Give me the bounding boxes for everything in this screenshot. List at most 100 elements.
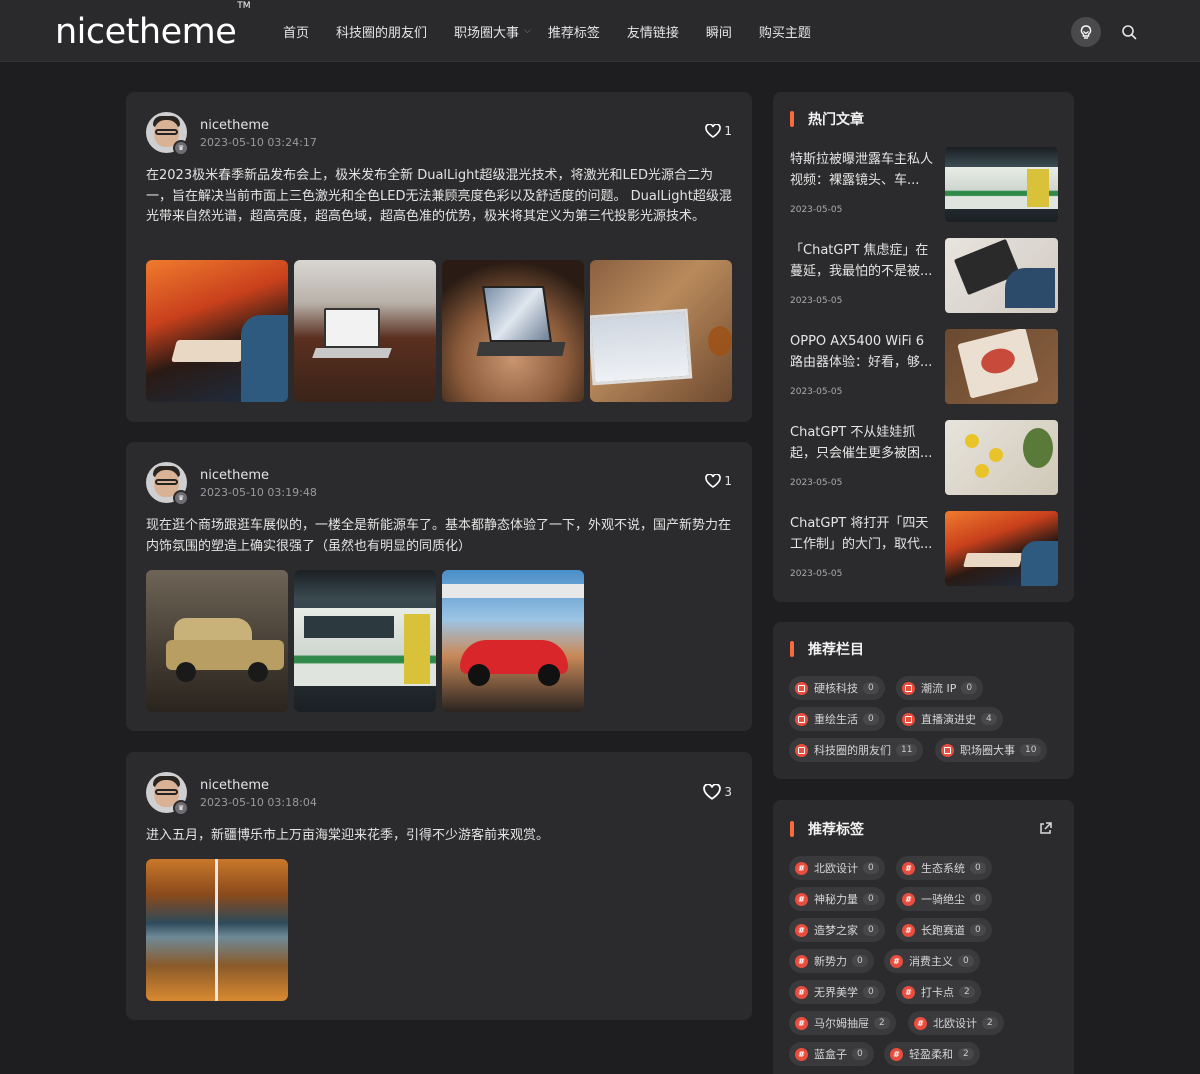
hot-article-item[interactable]: 特斯拉被曝泄露车主私人视频：裸露镜头、车... 2023-05-05 bbox=[790, 147, 1058, 222]
tablet-wood-photo[interactable] bbox=[590, 260, 732, 402]
like-button[interactable]: 3 bbox=[703, 784, 732, 800]
post-card: ♛ nicetheme 2023-05-10 03:18:04 3 进入五月，新… bbox=[126, 752, 752, 1020]
hot-article-item[interactable]: ChatGPT 不从娃娃抓起，只会催生更多被困... 2023-05-05 bbox=[790, 420, 1058, 495]
hot-article-date: 2023-05-05 bbox=[790, 387, 843, 397]
author-name[interactable]: nicetheme bbox=[200, 118, 269, 133]
tag-chip[interactable]: # 生态系统 0 bbox=[896, 856, 992, 880]
post-text: 现在逛个商场跟逛车展似的，一楼全是新能源车了。基本都静态体验了一下，外观不说，国… bbox=[146, 518, 732, 554]
tag-chip[interactable]: # 北欧设计 2 bbox=[908, 1011, 1004, 1035]
tag-chip[interactable]: # 蓝盒子 0 bbox=[789, 1042, 874, 1066]
post-header: ♛ nicetheme 2023-05-10 03:18:04 3 bbox=[146, 772, 732, 816]
post-images bbox=[146, 570, 590, 712]
nav-item-tech-friends[interactable]: 科技圈的朋友们 bbox=[336, 22, 427, 41]
folder-icon bbox=[795, 743, 808, 757]
hot-article-title[interactable]: ChatGPT 将打开「四天工作制」的大门，取代... bbox=[790, 514, 938, 555]
autumn-lake-photo[interactable] bbox=[146, 859, 288, 1001]
tag-chip[interactable]: # 消费主义 0 bbox=[884, 949, 980, 973]
laptop-cafe-photo[interactable] bbox=[294, 260, 436, 402]
post-header: ♛ nicetheme 2023-05-10 03:24:17 1 bbox=[146, 112, 732, 156]
column-chip[interactable]: 科技圈的朋友们 11 bbox=[789, 738, 924, 762]
vintage-car-photo[interactable] bbox=[146, 570, 288, 712]
post-images bbox=[146, 859, 294, 1001]
laptop-table-photo[interactable] bbox=[442, 260, 584, 402]
hot-article-date: 2023-05-05 bbox=[790, 205, 843, 215]
tag-chip[interactable]: # 马尔姆抽屉 2 bbox=[789, 1011, 896, 1035]
nav-item-tags[interactable]: 推荐标签 bbox=[548, 22, 600, 41]
red-sportscar-photo[interactable] bbox=[442, 570, 584, 712]
column-chip[interactable]: 重绘生活 0 bbox=[789, 707, 885, 731]
hot-article-item[interactable]: 「ChatGPT 焦虑症」在蔓延，我最怕的不是被... 2023-05-05 bbox=[790, 238, 1058, 313]
nav-item-buy-theme[interactable]: 购买主题 bbox=[759, 22, 811, 41]
tram-photo[interactable] bbox=[945, 147, 1058, 222]
hash-icon: # bbox=[890, 954, 903, 968]
post-text: 进入五月，新疆博乐市上万亩海棠迎来花季，引得不少游客前来观赏。 bbox=[146, 828, 550, 843]
recommended-columns-widget: 推荐栏目 硬核科技 0 潮流 IP 0 重绘生活 0 直播演进史 4 科技圈的朋友们 11… bbox=[773, 622, 1074, 779]
hash-icon: # bbox=[795, 861, 808, 875]
user-badge-icon: ♛ bbox=[173, 490, 189, 506]
tram-photo[interactable] bbox=[294, 570, 436, 712]
main-nav: 首页 科技圈的朋友们 职场圈大事 ⌵ 推荐标签 友情链接 瞬间 购买主题 bbox=[283, 0, 838, 62]
post-images bbox=[146, 260, 738, 402]
hash-icon: # bbox=[795, 892, 808, 906]
chevron-down-icon: ⌵ bbox=[524, 26, 531, 36]
like-button[interactable]: 1 bbox=[705, 474, 732, 488]
hot-article-item[interactable]: ChatGPT 将打开「四天工作制」的大门，取代... 2023-05-05 bbox=[790, 511, 1058, 586]
nav-item-workplace[interactable]: 职场圈大事 ⌵ bbox=[454, 22, 531, 41]
column-chip[interactable]: 职场圈大事 10 bbox=[935, 738, 1048, 762]
external-link-icon[interactable] bbox=[1039, 820, 1052, 839]
column-chip[interactable]: 直播演进史 4 bbox=[896, 707, 1003, 731]
widget-title: 推荐栏目 bbox=[790, 639, 864, 659]
hash-icon: # bbox=[795, 954, 808, 968]
tag-chip[interactable]: # 无界美学 0 bbox=[789, 980, 885, 1004]
hash-icon: # bbox=[914, 1016, 927, 1030]
keyboard-desk-photo[interactable] bbox=[945, 511, 1058, 586]
column-chip[interactable]: 潮流 IP 0 bbox=[896, 676, 984, 700]
hot-article-date: 2023-05-05 bbox=[790, 296, 843, 306]
logo-trademark: TM bbox=[237, 1, 251, 12]
post-time: 2023-05-10 03:19:48 bbox=[200, 486, 317, 499]
nav-item-moments[interactable]: 瞬间 bbox=[706, 22, 732, 41]
keyboard-desk-photo[interactable] bbox=[146, 260, 288, 402]
user-badge-icon: ♛ bbox=[173, 800, 189, 816]
hash-icon: # bbox=[902, 861, 915, 875]
hot-article-title[interactable]: OPPO AX5400 WiFi 6 路由器体验：好看，够... bbox=[790, 332, 938, 373]
hash-icon: # bbox=[795, 1047, 808, 1061]
author-name[interactable]: nicetheme bbox=[200, 778, 269, 793]
tag-chip[interactable]: # 神秘力量 0 bbox=[789, 887, 885, 911]
like-count: 1 bbox=[724, 474, 732, 488]
top-header: nicethemeTM 首页 科技圈的朋友们 职场圈大事 ⌵ 推荐标签 友情链接 … bbox=[0, 0, 1200, 62]
author-name[interactable]: nicetheme bbox=[200, 468, 269, 483]
column-chip[interactable]: 硬核科技 0 bbox=[789, 676, 885, 700]
tag-chip[interactable]: # 打卡点 2 bbox=[896, 980, 981, 1004]
search-icon bbox=[1122, 25, 1137, 40]
laptop-hands-photo[interactable] bbox=[945, 238, 1058, 313]
folder-icon bbox=[795, 712, 808, 726]
router-photo[interactable] bbox=[945, 329, 1058, 404]
tag-chip[interactable]: # 北欧设计 0 bbox=[789, 856, 885, 880]
nav-item-home[interactable]: 首页 bbox=[283, 22, 309, 41]
tag-chip[interactable]: # 造梦之家 0 bbox=[789, 918, 885, 942]
search-button[interactable] bbox=[1114, 17, 1144, 47]
tag-chip[interactable]: # 轻盈柔和 2 bbox=[884, 1042, 980, 1066]
user-badge-icon: ♛ bbox=[173, 140, 189, 156]
theme-toggle-button[interactable] bbox=[1071, 17, 1101, 47]
theme-toggle-icon bbox=[1080, 25, 1092, 39]
hash-icon: # bbox=[795, 923, 808, 937]
nav-item-links[interactable]: 友情链接 bbox=[627, 22, 679, 41]
tag-chip[interactable]: # 一骑绝尘 0 bbox=[896, 887, 992, 911]
hot-articles-widget: 热门文章 特斯拉被曝泄露车主私人视频：裸露镜头、车... 2023-05-05 … bbox=[773, 92, 1074, 602]
tag-chip[interactable]: # 新势力 0 bbox=[789, 949, 874, 973]
site-logo[interactable]: nicethemeTM bbox=[55, 1, 251, 52]
hash-icon: # bbox=[902, 923, 915, 937]
like-button[interactable]: 1 bbox=[705, 124, 732, 138]
tag-chip[interactable]: # 长跑赛道 0 bbox=[896, 918, 992, 942]
hot-article-title[interactable]: 特斯拉被曝泄露车主私人视频：裸露镜头、车... bbox=[790, 150, 938, 191]
hot-article-title[interactable]: 「ChatGPT 焦虑症」在蔓延，我最怕的不是被... bbox=[790, 241, 938, 282]
lemons-table-photo[interactable] bbox=[945, 420, 1058, 495]
hot-article-title[interactable]: ChatGPT 不从娃娃抓起，只会催生更多被困... bbox=[790, 423, 938, 464]
post-card: ♛ nicetheme 2023-05-10 03:19:48 1 现在逛个商场… bbox=[126, 442, 752, 731]
like-count: 1 bbox=[724, 124, 732, 138]
hash-icon: # bbox=[795, 985, 808, 999]
hot-article-item[interactable]: OPPO AX5400 WiFi 6 路由器体验：好看，够... 2023-05… bbox=[790, 329, 1058, 404]
post-card: ♛ nicetheme 2023-05-10 03:24:17 1 在2023极… bbox=[126, 92, 752, 422]
